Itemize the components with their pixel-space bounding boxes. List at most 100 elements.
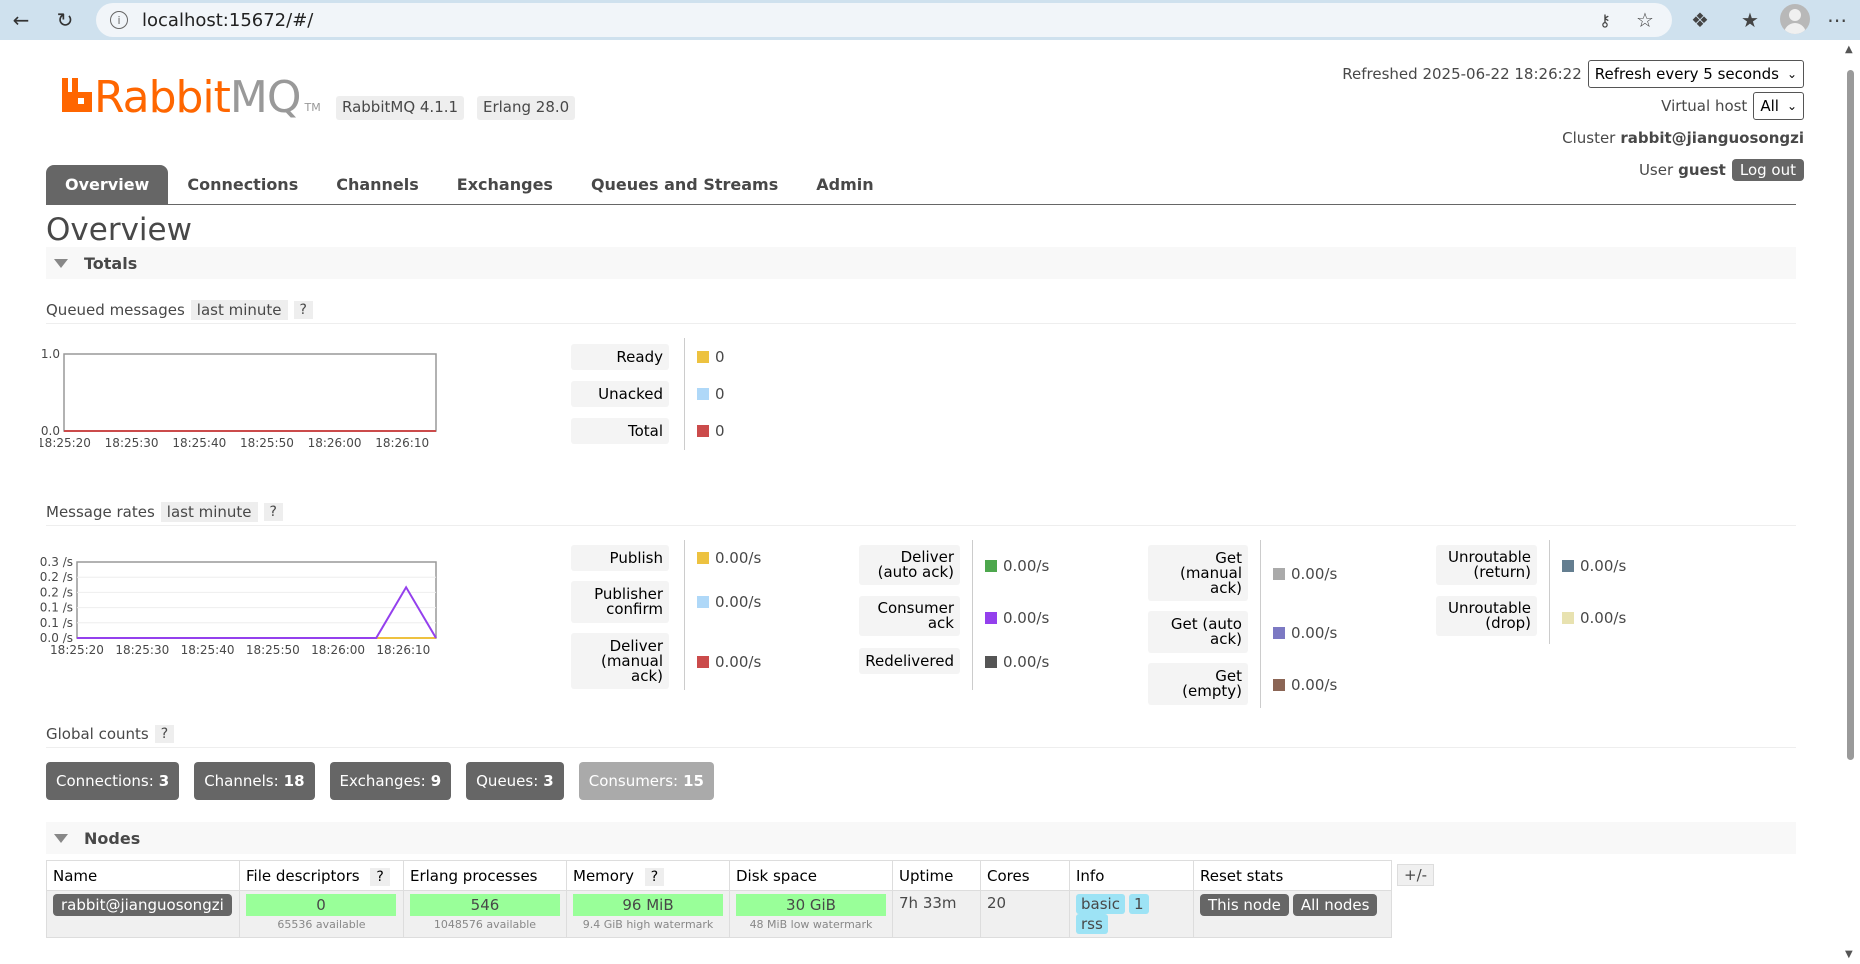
legend-label-publish: Publish <box>571 545 669 571</box>
chevron-down-icon: ⌄ <box>1786 67 1797 81</box>
reload-icon[interactable]: ↻ <box>50 5 80 35</box>
column-toggle-button[interactable]: +/- <box>1397 864 1435 886</box>
legend-value-publish: 0.00/s <box>715 549 762 567</box>
cores-value: 20 <box>980 890 1070 938</box>
x-tick-label: 18:25:50 <box>246 643 300 657</box>
legend-value-redelivered: 0.00/s <box>1003 653 1050 671</box>
rabbitmq-logo-icon <box>62 78 92 112</box>
col-name: Name <box>46 860 240 891</box>
node-name-link[interactable]: rabbit@jianguosongzi <box>53 894 232 916</box>
address-bar[interactable]: i localhost:15672/#/ <box>96 3 1672 37</box>
consumers-count: Consumers: 15 <box>578 762 714 800</box>
consumer-ack-swatch <box>985 612 997 624</box>
x-tick-label: 18:26:10 <box>376 643 430 657</box>
reset-this-node-button[interactable]: This node <box>1200 894 1289 916</box>
legend-label-get-empty: Get (empty) <box>1148 663 1248 705</box>
legend-label-consumer-ack: Consumer ack <box>859 596 960 636</box>
legend-value-unroutable-return: 0.00/s <box>1580 557 1627 575</box>
scroll-up-icon[interactable]: ▲ <box>1845 44 1853 55</box>
favorites-icon[interactable]: ★ <box>1735 5 1765 35</box>
y-tick-label: 1.0 <box>41 347 60 361</box>
x-tick-label: 18:26:00 <box>311 643 365 657</box>
tab-admin[interactable]: Admin <box>797 165 892 205</box>
scrollbar-thumb[interactable] <box>1847 70 1854 760</box>
rates-range-selector[interactable]: last minute <box>160 501 258 522</box>
memory-watermark: 9.4 GiB high watermark <box>582 918 714 931</box>
legend-label-unroutable-return: Unroutable (return) <box>1436 545 1537 585</box>
legend-label-unacked: Unacked <box>571 381 669 407</box>
procs-bar: 546 <box>410 894 560 916</box>
channels-count-button[interactable]: Channels: 18 <box>194 762 315 800</box>
site-info-icon[interactable]: i <box>110 11 128 29</box>
tab-overview[interactable]: Overview <box>46 165 169 205</box>
message-rates-heading: Message rates last minute ? <box>46 498 1796 526</box>
x-tick-label: 18:25:20 <box>50 643 104 657</box>
key-icon[interactable]: ⚷ <box>1590 5 1620 35</box>
rabbitmq-version-badge: RabbitMQ 4.1.1 <box>336 96 465 120</box>
nodes-section-header[interactable]: Nodes <box>46 822 1796 854</box>
deliver-manual-swatch <box>697 656 709 668</box>
memory-help-button[interactable]: ? <box>644 867 665 886</box>
tab-queues-and-streams[interactable]: Queues and Streams <box>572 165 797 205</box>
back-icon[interactable]: ← <box>6 5 36 35</box>
message-rates-chart: 0.3 /s 0.2 /s 0.2 /s 0.1 /s 0.1 /s 0.0 /s 18:2… <box>40 540 530 669</box>
unacked-swatch <box>697 388 709 400</box>
disk-bar: 30 GiB <box>736 894 886 916</box>
info-tag-count[interactable]: 1 <box>1128 894 1149 914</box>
x-tick-label: 18:25:50 <box>240 436 294 450</box>
info-tag-rss[interactable]: rss <box>1076 914 1108 934</box>
extensions-icon[interactable]: ❖ <box>1685 5 1715 35</box>
vhost-select[interactable]: All ⌄ <box>1753 92 1804 120</box>
more-menu-icon[interactable]: ⋯ <box>1822 5 1852 35</box>
tab-exchanges[interactable]: Exchanges <box>438 165 572 205</box>
legend-label-deliver-manual-ack: Deliver (manual ack) <box>571 633 669 689</box>
scroll-down-icon[interactable]: ▼ <box>1845 949 1853 960</box>
y-tick-label: 0.1 /s <box>40 601 73 615</box>
legend-label-get-manual-ack: Get (manual ack) <box>1148 545 1248 601</box>
legend-label-ready: Ready <box>571 344 669 370</box>
message-rates-label: Message rates <box>46 502 155 521</box>
rabbitmq-logo[interactable]: Rabbit MQ TM <box>60 76 321 120</box>
page-scrollbar[interactable]: ▲ ▼ <box>1840 40 1860 964</box>
y-tick-label: 0.3 /s <box>40 555 73 569</box>
connections-count-button[interactable]: Connections: 3 <box>46 762 180 800</box>
x-tick-label: 18:25:30 <box>115 643 169 657</box>
tab-connections[interactable]: Connections <box>168 165 317 205</box>
legend-value-unroutable-drop: 0.00/s <box>1580 609 1627 627</box>
queues-count-button[interactable]: Queues: 3 <box>466 762 564 800</box>
queued-help-button[interactable]: ? <box>293 300 313 319</box>
legend-value-unacked: 0 <box>715 385 725 403</box>
publish-swatch <box>697 552 709 564</box>
favorite-star-icon[interactable]: ☆ <box>1630 5 1660 35</box>
col-info: Info <box>1069 860 1194 891</box>
logo-mq-text: MQ <box>229 72 302 123</box>
collapse-triangle-icon <box>54 258 68 268</box>
global-counts: Connections: 3 Channels: 18 Exchanges: 9 Qu… <box>46 762 729 800</box>
exchanges-count-button[interactable]: Exchanges: 9 <box>329 762 452 800</box>
procs-available: 1048576 available <box>433 918 537 931</box>
profile-avatar[interactable] <box>1780 4 1810 34</box>
fd-help-button[interactable]: ? <box>370 867 390 886</box>
table-row: rabbit@jianguosongzi 0 65536 available 54… <box>46 890 1392 938</box>
legend-label-publisher-confirm: Publisher confirm <box>571 581 669 623</box>
col-file-descriptors: File descriptors ? <box>239 860 404 891</box>
url-text: localhost:15672/#/ <box>142 9 314 31</box>
totals-section-header[interactable]: Totals <box>46 247 1796 279</box>
message-rates-chart-svg: 0.3 /s0.2 /s0.2 /s0.1 /s0.1 /s0.0 /s18:2… <box>40 555 437 657</box>
vhost-label: Virtual host <box>1661 97 1748 115</box>
rates-help-button[interactable]: ? <box>263 502 283 521</box>
x-tick-label: 18:25:30 <box>105 436 159 450</box>
tab-channels[interactable]: Channels <box>317 165 438 205</box>
disk-watermark: 48 MiB low watermark <box>749 918 873 931</box>
deliver-auto-swatch <box>985 560 997 572</box>
info-tag-basic[interactable]: basic <box>1076 894 1125 914</box>
global-counts-help-button[interactable]: ? <box>154 724 175 743</box>
unroutable-return-swatch <box>1562 560 1574 572</box>
refreshed-time: 2025-06-22 18:26:22 <box>1422 65 1582 83</box>
legend-divider <box>1549 540 1550 644</box>
x-tick-label: 18:25:20 <box>40 436 91 450</box>
reset-all-nodes-button[interactable]: All nodes <box>1292 894 1378 916</box>
col-cores: Cores <box>980 860 1070 891</box>
queued-range-selector[interactable]: last minute <box>190 299 288 320</box>
refresh-interval-select[interactable]: Refresh every 5 seconds ⌄ <box>1587 60 1804 88</box>
